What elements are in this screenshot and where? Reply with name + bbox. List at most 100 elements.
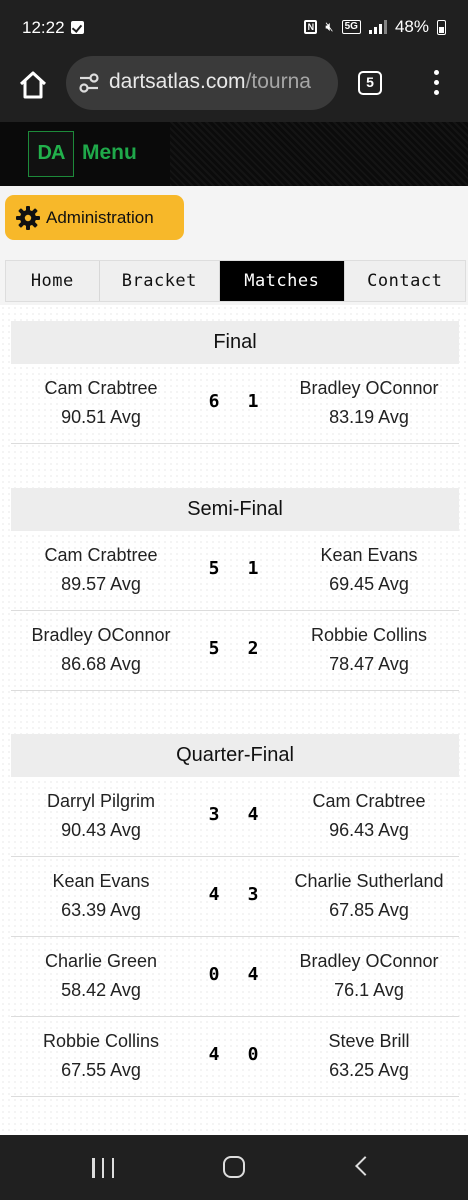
browser-home-button[interactable] (16, 68, 50, 102)
player-average: 63.25 Avg (329, 1060, 409, 1080)
site-header: DA Menu (0, 122, 468, 186)
match-row[interactable]: Charlie Green 58.42 Avg 0 4 Bradley OConn… (11, 937, 459, 1017)
tournament-tabs: Home Bracket Matches Contact (5, 260, 466, 302)
browser-menu-button[interactable] (426, 70, 446, 98)
kebab-dot-icon (433, 90, 439, 95)
player-name: Cam Crabtree (312, 791, 426, 811)
player-right: Bradley OConnor 83.19 Avg (277, 374, 461, 432)
matches-content: Final Cam Crabtree 90.51 Avg 6 1 Bradley … (0, 305, 468, 1135)
recent-apps-icon (101, 1158, 105, 1178)
player-name: Bradley OConnor (31, 625, 171, 645)
battery-icon (437, 19, 446, 35)
player-left: Kean Evans 63.39 Avg (11, 867, 191, 925)
tab-bracket[interactable]: Bracket (100, 261, 221, 301)
player-name: Kean Evans (320, 545, 418, 565)
score-left: 5 (208, 638, 220, 659)
player-right: Kean Evans 69.45 Avg (277, 541, 461, 599)
score-left: 4 (208, 884, 220, 905)
player-name: Steve Brill (328, 1031, 410, 1051)
player-name: Robbie Collins (42, 1031, 160, 1051)
player-average: 90.51 Avg (61, 407, 141, 427)
round-title: Final (11, 321, 459, 364)
round-semi-final: Semi-Final Cam Crabtree 89.57 Avg 5 1 Kea… (11, 488, 459, 691)
mute-icon: 🔇︎ (325, 19, 334, 34)
score-left: 0 (208, 964, 220, 985)
match-row[interactable]: Cam Crabtree 90.51 Avg 6 1 Bradley OConno… (11, 364, 459, 444)
player-right: Robbie Collins 78.47 Avg (277, 621, 461, 679)
url-text[interactable]: dartsatlas.com/tourna (109, 70, 329, 94)
player-left: Cam Crabtree 90.51 Avg (11, 374, 191, 432)
player-average: 76.1 Avg (334, 980, 404, 1000)
player-name: Cam Crabtree (44, 545, 158, 565)
tab-switcher-button[interactable]: 5 (358, 71, 382, 95)
kebab-dot-icon (433, 70, 439, 75)
player-name: Charlie Green (44, 951, 158, 971)
score-left: 5 (208, 558, 220, 579)
round-title: Semi-Final (11, 488, 459, 531)
player-average: 96.43 Avg (329, 820, 409, 840)
browser-toolbar: dartsatlas.com/tourna 5 (0, 56, 468, 122)
address-bar[interactable]: dartsatlas.com/tourna (66, 56, 338, 110)
url-path: /tourna (245, 70, 311, 93)
player-average: 90.43 Avg (61, 820, 141, 840)
system-home-button[interactable] (223, 1156, 245, 1178)
score-right: 3 (247, 884, 259, 905)
player-name: Bradley OConnor (299, 378, 439, 398)
player-right: Bradley OConnor 76.1 Avg (277, 947, 461, 1005)
round-title: Quarter-Final (11, 734, 459, 777)
score-right: 4 (247, 804, 259, 825)
player-left: Charlie Green 58.42 Avg (11, 947, 191, 1005)
match-row[interactable]: Cam Crabtree 89.57 Avg 5 1 Kean Evans 69.4… (11, 531, 459, 611)
player-average: 58.42 Avg (61, 980, 141, 1000)
match-row[interactable]: Darryl Pilgrim 90.43 Avg 3 4 Cam Crabtree… (11, 777, 459, 857)
player-average: 63.39 Avg (61, 900, 141, 920)
player-average: 67.85 Avg (329, 900, 409, 920)
round-quarter-final: Quarter-Final Darryl Pilgrim 90.43 Avg 3 … (11, 734, 459, 1097)
site-logo[interactable]: DA (28, 131, 74, 177)
tab-contact[interactable]: Contact (345, 261, 465, 301)
recent-apps-button[interactable] (92, 1158, 114, 1178)
player-average: 67.55 Avg (61, 1060, 141, 1080)
header-texture (170, 122, 468, 186)
player-right: Steve Brill 63.25 Avg (277, 1027, 461, 1085)
nfc-icon: N (304, 20, 318, 34)
player-left: Bradley OConnor 86.68 Avg (11, 621, 191, 679)
player-left: Darryl Pilgrim 90.43 Avg (11, 787, 191, 845)
player-name: Darryl Pilgrim (47, 791, 155, 811)
site-settings-icon[interactable] (78, 73, 100, 93)
match-row[interactable]: Robbie Collins 67.55 Avg 4 0 Steve Brill 6… (11, 1017, 459, 1097)
home-icon (19, 71, 47, 99)
menu-toggle[interactable]: Menu (82, 141, 137, 165)
score-right: 1 (247, 391, 259, 412)
score-right: 0 (247, 1044, 259, 1065)
player-average: 78.47 Avg (329, 654, 409, 674)
player-average: 86.68 Avg (61, 654, 141, 674)
kebab-dot-icon (433, 80, 439, 85)
status-time: 12:22 (22, 18, 65, 37)
round-final: Final Cam Crabtree 90.51 Avg 6 1 Bradley … (11, 321, 459, 444)
gear-icon (16, 205, 40, 230)
score-left: 4 (208, 1044, 220, 1065)
player-right: Cam Crabtree 96.43 Avg (277, 787, 461, 845)
player-name: Robbie Collins (310, 625, 428, 645)
tab-matches[interactable]: Matches (220, 261, 345, 301)
match-row[interactable]: Bradley OConnor 86.68 Avg 5 2 Robbie Coll… (11, 611, 459, 691)
score-right: 1 (247, 558, 259, 579)
player-name: Cam Crabtree (44, 378, 158, 398)
message-check-icon (71, 21, 84, 34)
recent-apps-icon (111, 1158, 114, 1178)
signal-icon (368, 20, 387, 34)
status-icons: N 🔇︎ 5G 48% (304, 17, 446, 37)
status-bar: 12:22 N 🔇︎ 5G 48% (0, 0, 468, 56)
match-row[interactable]: Kean Evans 63.39 Avg 4 3 Charlie Sutherla… (11, 857, 459, 937)
player-left: Cam Crabtree 89.57 Avg (11, 541, 191, 599)
player-left: Robbie Collins 67.55 Avg (11, 1027, 191, 1085)
score-left: 3 (208, 804, 220, 825)
administration-button[interactable]: Administration (5, 195, 184, 240)
url-domain: dartsatlas.com (109, 70, 246, 93)
system-back-button[interactable] (355, 1156, 375, 1176)
player-average: 89.57 Avg (61, 574, 141, 594)
tab-home[interactable]: Home (6, 261, 100, 301)
score-right: 4 (247, 964, 259, 985)
player-name: Kean Evans (52, 871, 150, 891)
